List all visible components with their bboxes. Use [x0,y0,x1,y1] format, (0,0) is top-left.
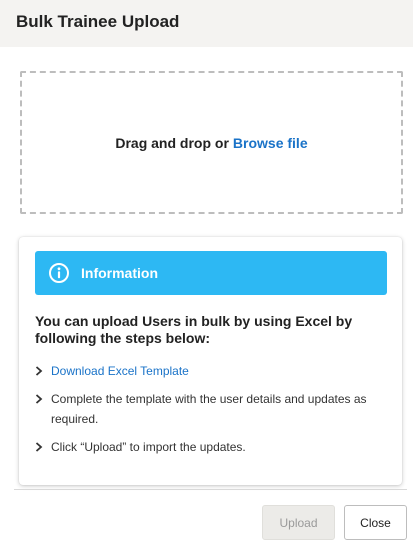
chevron-right-icon [35,366,43,376]
upload-button[interactable]: Upload [262,505,335,540]
dropzone-prompt: Drag and drop or [115,134,229,151]
info-icon [48,262,70,284]
step-item-complete: Complete the template with the user deta… [35,389,385,429]
browse-file-link[interactable]: Browse file [233,135,308,151]
step-text: Complete the template with the user deta… [51,392,367,426]
step-item-upload: Click “Upload” to import the updates. [35,437,385,457]
close-button[interactable]: Close [344,505,407,540]
chevron-right-icon [35,394,43,404]
step-text: Click “Upload” to import the updates. [51,440,246,454]
bulk-upload-dialog: Bulk Trainee Upload Drag and drop or Bro… [0,0,413,547]
chevron-right-icon [35,442,43,452]
steps-list: Download Excel Template Complete the tem… [35,361,385,457]
dialog-title: Bulk Trainee Upload [16,12,180,31]
download-excel-template-link[interactable]: Download Excel Template [51,364,189,378]
footer-divider [14,489,407,490]
file-dropzone[interactable]: Drag and drop or Browse file [20,71,403,214]
information-lead-text: You can upload Users in bulk by using Ex… [35,313,353,346]
dialog-header: Bulk Trainee Upload [0,0,413,47]
information-card: Information You can upload Users in bulk… [19,237,402,485]
step-item-download: Download Excel Template [35,361,385,381]
information-banner: Information [35,251,387,295]
information-heading: Information [81,265,158,281]
